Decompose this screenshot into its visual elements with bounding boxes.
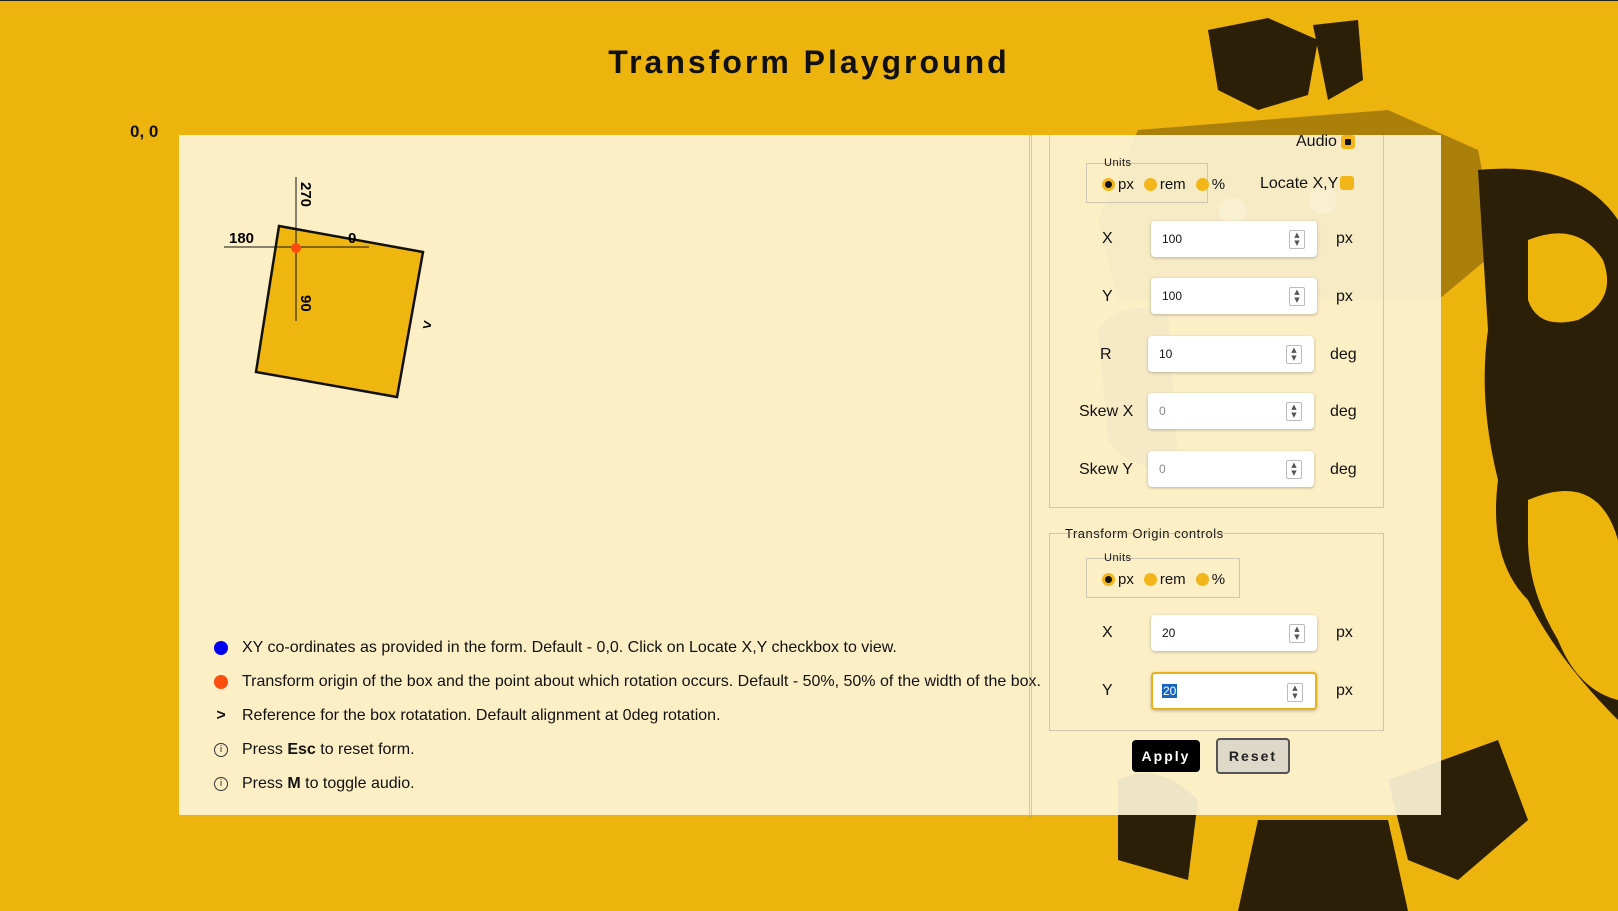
transformed-box[interactable] <box>254 224 425 399</box>
axis-label-0: 0 <box>348 230 356 247</box>
spinner-icon: ▲ ▼ <box>1289 624 1305 643</box>
info-icon: i <box>214 743 228 757</box>
key-m: M <box>287 775 301 792</box>
field-label-r: R <box>1100 346 1112 363</box>
audio-label: Audio <box>1296 133 1337 150</box>
origin-x-unit: px <box>1336 624 1353 641</box>
axis-label-90: 90 <box>297 295 314 312</box>
units-radio-group: px rem % <box>1102 176 1235 193</box>
radio-rem[interactable] <box>1143 573 1157 586</box>
legend: XY co-ordinates as provided in the form.… <box>204 631 1041 801</box>
rotation-reference-chevron: > <box>421 316 433 334</box>
rotation-input[interactable]: 10 ▲ ▼ <box>1148 336 1314 372</box>
spinner-icon: ▲ ▼ <box>1289 230 1305 249</box>
radio-percent[interactable] <box>1195 178 1209 191</box>
field-label-x: X <box>1102 230 1113 247</box>
audio-checkbox[interactable] <box>1341 135 1355 149</box>
y-unit: px <box>1336 288 1353 305</box>
blue-dot-icon <box>214 641 228 655</box>
x-input[interactable]: 100 ▲ ▼ <box>1151 221 1317 257</box>
field-label-y: Y <box>1102 288 1113 305</box>
origin-field-label-x: X <box>1102 624 1113 641</box>
origin-y-input[interactable]: 20 ▲ ▼ <box>1151 672 1317 710</box>
field-label-skew-x: Skew X <box>1079 403 1134 420</box>
legend-text: Press M to toggle audio. <box>242 775 415 792</box>
skew-y-input[interactable]: 0 ▲ ▼ <box>1148 451 1314 487</box>
controls-divider <box>1029 135 1032 817</box>
reset-button[interactable]: Reset <box>1216 738 1290 774</box>
legend-text: Reference for the box rotatation. Defaul… <box>242 707 721 724</box>
units-label: Units <box>1104 157 1132 169</box>
spinner-icon: ▲ ▼ <box>1287 683 1303 702</box>
radio-px[interactable] <box>1102 178 1115 191</box>
field-label-skew-y: Skew Y <box>1079 461 1133 478</box>
origin-coordinate-label: 0, 0 <box>130 122 159 141</box>
legend-item-esc: i Press Esc to reset form. <box>204 733 1041 767</box>
radio-px[interactable] <box>1102 573 1115 586</box>
unit-px-option[interactable]: px <box>1102 176 1134 193</box>
rotation-unit: deg <box>1330 346 1357 363</box>
legend-text: XY co-ordinates as provided in the form.… <box>242 639 897 656</box>
legend-item-xy: XY co-ordinates as provided in the form.… <box>204 631 1041 665</box>
origin-units-radio-group: px rem % <box>1102 571 1235 588</box>
origin-units-label: Units <box>1104 552 1132 564</box>
origin-field-label-y: Y <box>1102 682 1113 699</box>
key-esc: Esc <box>287 741 316 758</box>
radio-rem[interactable] <box>1143 178 1157 191</box>
spinner-icon: ▲ ▼ <box>1286 402 1302 421</box>
legend-item-audio: i Press M to toggle audio. <box>204 767 1041 801</box>
info-icon: i <box>214 777 228 791</box>
origin-unit-rem-option[interactable]: rem <box>1143 571 1186 588</box>
spinner-icon: ▲ ▼ <box>1286 460 1302 479</box>
origin-unit-px-option[interactable]: px <box>1102 571 1134 588</box>
red-dot-icon <box>214 675 228 689</box>
legend-item-origin: Transform origin of the box and the poin… <box>204 665 1041 699</box>
chevron-right-icon: > <box>216 707 226 724</box>
legend-text: Transform origin of the box and the poin… <box>242 673 1041 690</box>
spinner-icon: ▲ ▼ <box>1286 345 1302 364</box>
legend-text: Press Esc to reset form. <box>242 741 415 758</box>
axis-label-270: 270 <box>297 182 314 207</box>
playground-panel: 180 0 270 90 > XY co-ordinates as provid… <box>179 133 1441 817</box>
page-title: Transform Playground <box>608 44 1010 80</box>
y-input[interactable]: 100 ▲ ▼ <box>1151 278 1317 314</box>
origin-y-unit: px <box>1336 682 1353 699</box>
legend-item-reference: > Reference for the box rotatation. Defa… <box>204 699 1041 733</box>
apply-button[interactable]: Apply <box>1132 740 1200 772</box>
x-unit: px <box>1336 230 1353 247</box>
locate-xy-checkbox[interactable] <box>1340 176 1354 190</box>
skew-y-unit: deg <box>1330 461 1357 478</box>
unit-rem-option[interactable]: rem <box>1143 176 1186 193</box>
axis-label-180: 180 <box>229 230 254 247</box>
skew-x-unit: deg <box>1330 403 1357 420</box>
transform-origin-dot <box>291 243 301 253</box>
locate-xy-label: Locate X,Y <box>1260 175 1339 192</box>
skew-x-input[interactable]: 0 ▲ ▼ <box>1148 393 1314 429</box>
origin-unit-percent-option[interactable]: % <box>1195 571 1225 588</box>
radio-percent[interactable] <box>1195 573 1209 586</box>
spinner-icon: ▲ ▼ <box>1289 287 1305 306</box>
unit-percent-option[interactable]: % <box>1195 176 1225 193</box>
origin-x-input[interactable]: 20 ▲ ▼ <box>1151 615 1317 651</box>
transform-controls: Audio Units px rem % Locate X,Y X 100 ▲ ▼ … <box>1029 133 1441 817</box>
